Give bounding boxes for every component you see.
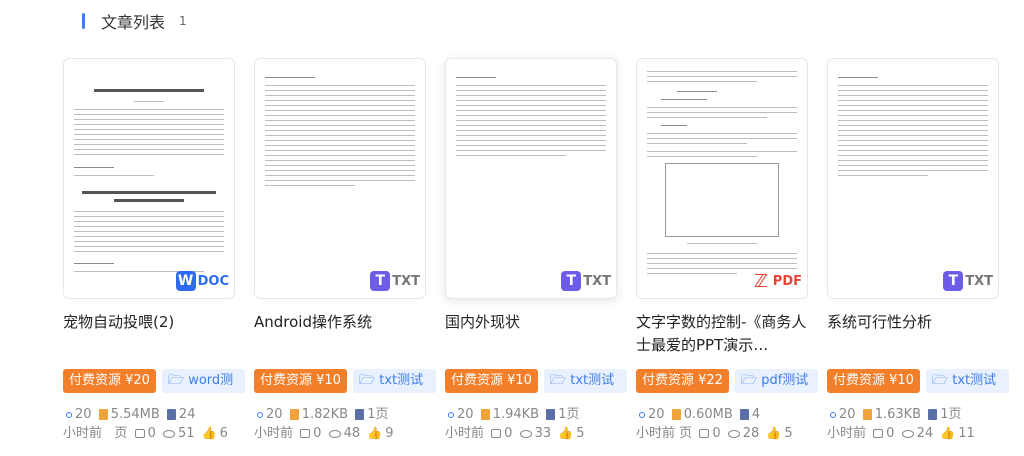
doc-thumbnail[interactable]: ℤ PDF bbox=[636, 58, 808, 299]
pages-icon bbox=[166, 409, 176, 420]
comment-icon bbox=[134, 429, 145, 438]
eye-icon bbox=[163, 429, 175, 438]
file-type-badge: W DOC bbox=[175, 268, 234, 294]
doc-thumbnail[interactable]: T TXT bbox=[254, 58, 426, 299]
doc-title[interactable]: 国内外现状 bbox=[445, 311, 621, 357]
page-preview bbox=[265, 67, 415, 290]
doc-card[interactable]: T TXT 系统可行性分析 付费资源 ¥10 🗁 txt测试 20 1.63KB… bbox=[827, 58, 1009, 443]
txt-icon: T bbox=[370, 271, 391, 291]
folder-icon: 🗁 bbox=[358, 373, 380, 388]
diagram-box bbox=[665, 163, 779, 237]
time-icon bbox=[257, 411, 263, 418]
like-icon: 👍 bbox=[766, 426, 782, 440]
pages-icon bbox=[928, 409, 938, 420]
word-icon: W bbox=[175, 271, 196, 291]
page-preview bbox=[456, 67, 606, 290]
pages-icon bbox=[739, 409, 749, 420]
doc-card[interactable]: ℤ PDF 文字字数的控制-《商务人士最爱的PPT演示… 付费资源 ¥22 🗁 … bbox=[636, 58, 818, 443]
comment-icon bbox=[491, 429, 502, 438]
time-icon bbox=[639, 411, 645, 418]
page-preview bbox=[74, 67, 224, 290]
time-icon bbox=[830, 411, 836, 418]
pages-icon bbox=[546, 409, 556, 420]
category-tag[interactable]: 🗁 word测 bbox=[161, 369, 245, 393]
folder-icon: 🗁 bbox=[167, 373, 189, 388]
like-icon: 👍 bbox=[558, 426, 574, 440]
doc-meta: 20 5.54MB 24 小时前 页 0 51 👍 6 bbox=[63, 407, 228, 441]
time-icon bbox=[448, 411, 454, 418]
file-type-badge: T TXT bbox=[370, 268, 425, 294]
price-tag[interactable]: 付费资源 ¥20 bbox=[63, 369, 156, 393]
page-preview bbox=[647, 67, 797, 290]
doc-thumbnail[interactable]: T TXT bbox=[445, 58, 617, 299]
file-size-icon bbox=[98, 409, 108, 420]
category-tag[interactable]: 🗁 pdf测试 bbox=[734, 369, 818, 393]
pdf-icon: ℤ bbox=[754, 270, 768, 292]
price-tag[interactable]: 付费资源 ¥10 bbox=[445, 369, 538, 393]
folder-icon: 🗁 bbox=[931, 373, 953, 388]
txt-icon: T bbox=[943, 271, 964, 291]
time-icon bbox=[66, 411, 72, 418]
section-count: 1 bbox=[179, 14, 187, 28]
comment-icon bbox=[699, 429, 710, 438]
pages-icon bbox=[355, 409, 365, 420]
doc-card[interactable]: W DOC 宠物自动投喂(2) 付费资源 ¥20 🗁 word测 20 5.54… bbox=[63, 58, 245, 443]
eye-icon bbox=[328, 429, 341, 438]
doc-meta: 20 1.94KB 1页 小时前 0 33 👍 5 bbox=[445, 407, 585, 441]
file-size-icon bbox=[289, 409, 299, 420]
like-icon: 👍 bbox=[940, 426, 956, 440]
file-type-badge: T TXT bbox=[943, 268, 998, 294]
page-preview bbox=[838, 67, 988, 290]
doc-title[interactable]: 宠物自动投喂(2) bbox=[63, 311, 239, 357]
eye-icon bbox=[519, 429, 532, 438]
file-type-badge: T TXT bbox=[561, 268, 616, 294]
doc-thumbnail[interactable]: T TXT bbox=[827, 58, 999, 299]
like-icon: 👍 bbox=[201, 426, 217, 440]
folder-icon: 🗁 bbox=[549, 373, 571, 388]
comment-icon bbox=[873, 429, 884, 438]
doc-card[interactable]: T TXT Android操作系统 付费资源 ¥10 🗁 txt测试 20 1.… bbox=[254, 58, 436, 443]
file-type-badge: ℤ PDF bbox=[751, 268, 807, 294]
doc-meta: 20 1.63KB 1页 小时前 0 24 👍 11 bbox=[827, 407, 975, 441]
eye-icon bbox=[901, 429, 914, 438]
category-tag[interactable]: 🗁 txt测试 bbox=[543, 369, 627, 393]
doc-title[interactable]: 文字字数的控制-《商务人士最爱的PPT演示… bbox=[636, 311, 812, 357]
price-tag[interactable]: 付费资源 ¥22 bbox=[636, 369, 729, 393]
section-title: 文章列表 bbox=[101, 13, 166, 32]
price-tag[interactable]: 付费资源 ¥10 bbox=[827, 369, 920, 393]
like-icon: 👍 bbox=[367, 426, 383, 440]
doc-title[interactable]: 系统可行性分析 bbox=[827, 311, 1003, 357]
comment-icon bbox=[300, 429, 311, 438]
doc-meta: 20 1.82KB 1页 小时前 0 48 👍 9 bbox=[254, 407, 394, 441]
doc-title[interactable]: Android操作系统 bbox=[254, 311, 430, 357]
file-size-icon bbox=[480, 409, 490, 420]
eye-icon bbox=[727, 429, 740, 438]
doc-meta: 20 0.60MB 4 小时前 页 0 28 👍 5 bbox=[636, 407, 793, 441]
section-header: 文章列表 1 bbox=[82, 10, 187, 32]
doc-card[interactable]: T TXT 国内外现状 付费资源 ¥10 🗁 txt测试 20 1.94KB 1… bbox=[445, 58, 627, 443]
doc-thumbnail[interactable]: W DOC bbox=[63, 58, 235, 299]
section-accent-bar bbox=[82, 13, 85, 29]
price-tag[interactable]: 付费资源 ¥10 bbox=[254, 369, 347, 393]
category-tag[interactable]: 🗁 txt测试 bbox=[925, 369, 1009, 393]
txt-icon: T bbox=[561, 271, 582, 291]
category-tag[interactable]: 🗁 txt测试 bbox=[352, 369, 436, 393]
file-size-icon bbox=[671, 409, 681, 420]
file-size-icon bbox=[862, 409, 872, 420]
folder-icon: 🗁 bbox=[740, 373, 762, 388]
